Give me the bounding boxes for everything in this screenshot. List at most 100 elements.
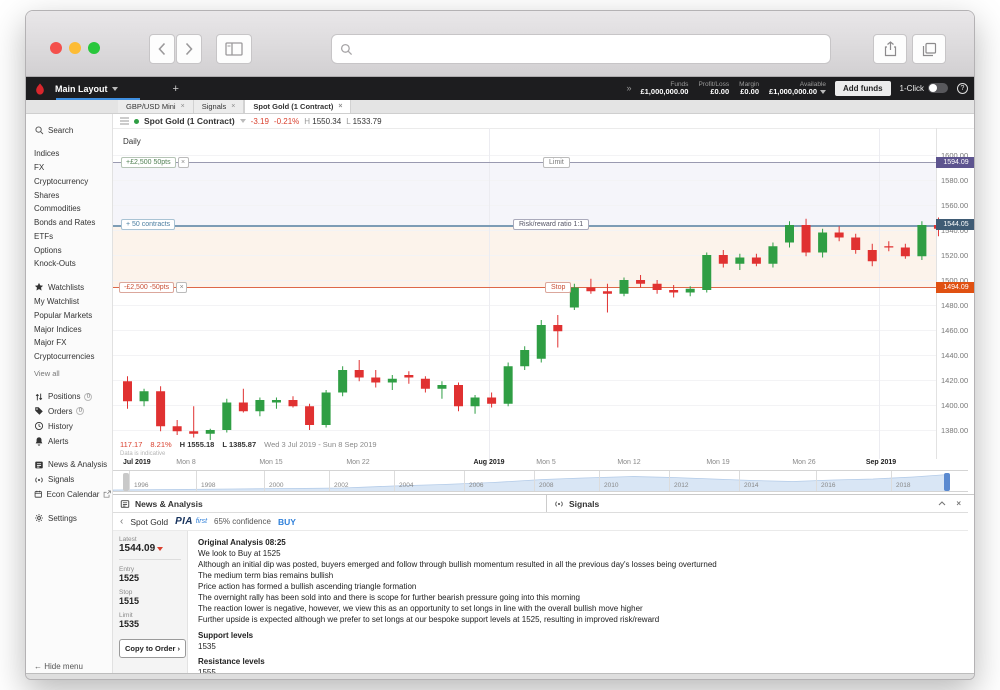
address-bar[interactable]	[331, 34, 831, 64]
external-link-icon	[104, 490, 112, 498]
sidebar-item-options[interactable]: Options	[26, 243, 112, 257]
zoom-window-button[interactable]	[88, 42, 100, 54]
news-icon	[120, 499, 130, 508]
search-input[interactable]	[359, 42, 830, 56]
sidebar-item-cryptocurrencies[interactable]: Cryptocurrencies	[26, 350, 112, 364]
sidebar-item-settings[interactable]: Settings	[26, 511, 112, 526]
workspace-layout-selector[interactable]: Main Layout	[55, 84, 118, 94]
count-badge: 0	[84, 392, 93, 401]
share-icon	[884, 41, 896, 57]
panel-tab[interactable]: GBP/USD Mini ×	[118, 100, 194, 113]
add-funds-button[interactable]: Add funds	[835, 80, 891, 96]
chart-navigator[interactable]: 1996 1998 2000 2002 2004 2006 2008 2010 2012 2014…	[113, 470, 968, 492]
close-tab-icon[interactable]: ×	[338, 103, 342, 110]
back-button[interactable]	[149, 34, 175, 64]
signals-panel-header[interactable]: Signals ×	[547, 495, 968, 512]
collapse-panel-icon[interactable]	[938, 501, 946, 506]
minimize-window-button[interactable]	[69, 42, 81, 54]
sidebar-item-label: My Watchlist	[34, 296, 80, 306]
chevron-left-icon	[158, 42, 166, 56]
panel-tab[interactable]: Signals ×	[193, 100, 245, 113]
remove-order-icon[interactable]: ×	[177, 156, 189, 168]
one-click-toggle[interactable]	[928, 83, 948, 94]
sidebar-item-label: Orders	[48, 406, 73, 416]
add-workspace-button[interactable]: +	[173, 83, 179, 95]
sidebar-section: Indices FX Cryptocurrency Shares Commodities…	[26, 147, 112, 271]
close-tab-icon[interactable]: ×	[181, 103, 185, 110]
one-click-label: 1-Click	[899, 83, 924, 93]
sidebar-item-search[interactable]: Search	[26, 123, 112, 138]
copy-to-order-button[interactable]: Copy to Order ›	[119, 639, 187, 658]
date-tick-label: Mon 5	[536, 459, 556, 466]
sidebar-item-major-indices[interactable]: Major Indices	[26, 322, 112, 336]
sidebar-item-cryptocurrency[interactable]: Cryptocurrency	[26, 174, 112, 188]
chart-plot-area[interactable]: Daily 117.17 8.21% H 1555.18 L 1385.87 W…	[113, 128, 975, 459]
date-tick-label: Sep 2019	[865, 459, 897, 466]
forward-button[interactable]	[176, 34, 202, 64]
limit-price-badge[interactable]: 1594.09	[936, 156, 974, 168]
stop-line-label[interactable]: Stop	[545, 281, 572, 293]
collapse-chevron-icon[interactable]: »	[626, 83, 631, 93]
direction-label: BUY	[277, 516, 296, 527]
sidebar-item-my-watchlist[interactable]: My Watchlist	[26, 295, 112, 309]
browser-toolbar	[26, 11, 974, 77]
panel-tab-active[interactable]: Spot Gold (1 Contract) ×	[244, 100, 352, 113]
date-tick-label: Aug 2019	[473, 459, 505, 466]
instrument-title[interactable]: Spot Gold (1 Contract)	[144, 116, 235, 126]
sidebar-item-alerts[interactable]: Alerts	[26, 434, 112, 449]
sidebar-item-major-fx[interactable]: Major FX	[26, 336, 112, 350]
sidebar-toggle-button[interactable]	[216, 34, 252, 64]
current-price-badge[interactable]: 1544.05	[936, 219, 974, 231]
sidebar-item-fx[interactable]: FX	[26, 161, 112, 175]
remove-order-icon[interactable]: ×	[176, 281, 188, 293]
session-high: H 1550.34	[304, 116, 342, 126]
hide-menu-button[interactable]: ← Hide menu	[34, 662, 83, 674]
chart-menu-icon[interactable]	[120, 117, 129, 125]
settings-icon	[35, 514, 43, 523]
stop-price-badge[interactable]: 1494.09	[936, 281, 974, 293]
sidebar-item-orders[interactable]: Orders 0	[26, 404, 112, 419]
entry-order-pill[interactable]: + 50 contracts	[121, 219, 176, 231]
sidebar-item-commodities[interactable]: Commodities	[26, 202, 112, 216]
chevron-down-icon[interactable]	[820, 90, 826, 95]
navigator-year-separator	[264, 471, 265, 491]
help-button[interactable]: ?	[957, 82, 968, 94]
sidebar-item-watchlists[interactable]: Watchlists	[26, 280, 112, 295]
navigator-year-separator	[891, 471, 892, 491]
signals-icon	[555, 500, 563, 507]
sidebar-item-view-all[interactable]: View all	[26, 367, 112, 381]
sidebar-item-positions[interactable]: Positions 0	[26, 389, 112, 404]
sidebar-item-knock-outs[interactable]: Knock-Outs	[26, 257, 112, 271]
sidebar-item-signals[interactable]: Signals	[26, 472, 112, 487]
sidebar-item-etfs[interactable]: ETFs	[26, 229, 112, 243]
navigator-year-label: 2012	[674, 482, 689, 489]
share-button[interactable]	[873, 34, 907, 64]
sidebar-item-indices[interactable]: Indices	[26, 147, 112, 161]
sidebar-item-shares[interactable]: Shares	[26, 188, 112, 202]
limit-order-pill[interactable]: +£2,500 50pts ×	[121, 156, 189, 168]
analysis-line: The reaction lower is negative, however,…	[198, 604, 643, 613]
sidebar-item-econ-calendar[interactable]: Econ Calendar	[26, 487, 112, 502]
breadcrumb-back-button[interactable]: ‹	[120, 516, 123, 527]
navigator-right-handle[interactable]	[944, 473, 950, 491]
sidebar-item-history[interactable]: History	[26, 419, 112, 434]
navigator-left-handle[interactable]	[123, 473, 129, 491]
latest-value: 1544.09	[119, 543, 181, 560]
sidebar-item-bonds-and-rates[interactable]: Bonds and Rates	[26, 216, 112, 230]
close-panel-icon[interactable]: ×	[956, 499, 961, 508]
close-tab-icon[interactable]: ×	[231, 103, 235, 110]
stop-order-pill[interactable]: -£2,500 -50pts ×	[119, 281, 188, 293]
limit-line-label[interactable]: Limit	[543, 156, 570, 168]
sidebar-item-popular-markets[interactable]: Popular Markets	[26, 308, 112, 322]
timeframe-selector[interactable]: Daily	[123, 137, 141, 146]
close-window-button[interactable]	[50, 42, 62, 54]
chevron-down-icon[interactable]	[239, 119, 246, 123]
sidebar-item-news-analysis[interactable]: News & Analysis	[26, 457, 112, 472]
one-click-trading: 1-Click	[899, 83, 948, 94]
risk-reward-label[interactable]: Risk/reward ratio 1:1	[513, 219, 590, 231]
news-analysis-panel-header[interactable]: News & Analysis	[113, 495, 547, 512]
candlestick-chart[interactable]	[113, 128, 975, 459]
tabs-overview-button[interactable]	[912, 34, 946, 64]
history-icon	[34, 422, 44, 431]
breadcrumb-market[interactable]: Spot Gold	[130, 517, 168, 527]
